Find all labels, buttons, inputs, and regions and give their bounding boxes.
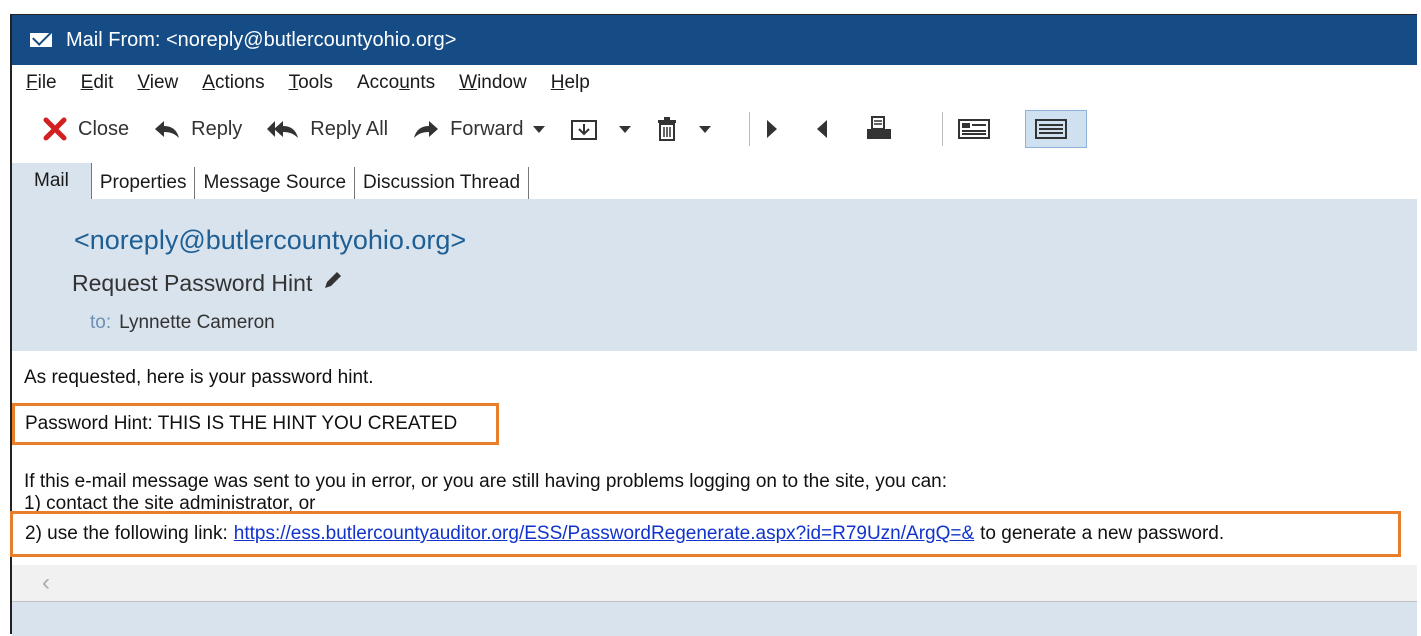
link-suffix-text: to generate a new password. [980, 523, 1225, 544]
next-arrow-icon [764, 117, 780, 141]
forward-dropdown-icon[interactable] [533, 125, 546, 133]
previous-arrow-icon [814, 117, 830, 141]
close-button[interactable]: Close [42, 116, 129, 142]
title-bar: Mail From: <noreply@butlercountyohio.org… [12, 15, 1417, 65]
next-message-button[interactable] [764, 117, 790, 141]
tab-mail[interactable]: Mail [12, 163, 92, 199]
delete-button[interactable] [655, 116, 712, 142]
forward-icon [412, 118, 440, 140]
menu-bar: File Edit View Actions Tools Accounts Wi… [12, 65, 1417, 101]
reply-all-icon [266, 118, 300, 140]
move-button[interactable] [569, 116, 632, 142]
view-message-button[interactable] [1025, 110, 1088, 148]
menu-window[interactable]: Window [459, 72, 527, 94]
scroll-left-icon[interactable]: ‹ [42, 569, 50, 597]
reply-all-button[interactable]: Reply All [266, 118, 388, 141]
horizontal-scrollbar[interactable]: ‹ [12, 565, 1417, 601]
envelope-icon [30, 33, 52, 47]
password-hint-text: Password Hint: THIS IS THE HINT YOU CREA… [25, 413, 458, 434]
print-icon [864, 115, 894, 143]
body-line: As requested, here is your password hint… [24, 367, 374, 388]
menu-tools[interactable]: Tools [289, 72, 333, 94]
forward-button[interactable]: Forward [412, 117, 546, 141]
sender-address[interactable]: <noreply@butlercountyohio.org> [74, 225, 466, 256]
body-line: 1) contact the site administrator, or [24, 493, 316, 511]
reply-icon [153, 118, 181, 140]
menu-file[interactable]: File [26, 72, 57, 94]
reply-button[interactable]: Reply [153, 118, 242, 141]
message-view-icon [1034, 117, 1068, 141]
reply-label: Reply [191, 117, 243, 140]
headers-view-icon [957, 117, 991, 141]
previous-message-button[interactable] [814, 117, 840, 141]
print-button[interactable] [864, 115, 904, 143]
recipient-name[interactable]: Lynnette Cameron [119, 312, 275, 333]
recipient-line: to: Lynnette Cameron [90, 312, 275, 334]
close-label: Close [78, 117, 130, 140]
menu-edit[interactable]: Edit [81, 72, 114, 94]
reply-all-label: Reply All [310, 117, 389, 140]
link-prefix-text: 2) use the following link: [25, 523, 228, 544]
menu-view[interactable]: View [137, 72, 178, 94]
close-icon [42, 116, 68, 142]
delete-dropdown-icon[interactable] [699, 125, 712, 133]
menu-actions[interactable]: Actions [202, 72, 264, 94]
window-title: Mail From: <noreply@butlercountyohio.org… [66, 28, 457, 51]
regenerate-link-highlight: 2) use the following link: https://ess.b… [10, 511, 1401, 557]
body-line: If this e-mail message was sent to you i… [24, 471, 948, 492]
subject-line: Request Password Hint [72, 269, 344, 297]
move-to-folder-icon [569, 116, 599, 142]
tab-properties[interactable]: Properties [92, 167, 196, 199]
mail-window: Mail From: <noreply@butlercountyohio.org… [10, 14, 1417, 636]
tab-bar: Mail Properties Message Source Discussio… [12, 163, 1417, 199]
toolbar-separator [749, 112, 751, 146]
pencil-icon[interactable] [322, 269, 344, 297]
subject-text: Request Password Hint [72, 269, 313, 296]
trash-icon [655, 116, 679, 142]
forward-label: Forward [450, 117, 524, 140]
to-label: to: [90, 312, 112, 333]
footer-panel [12, 601, 1417, 636]
menu-help[interactable]: Help [551, 72, 590, 94]
message-header: <noreply@butlercountyohio.org> Request P… [12, 199, 1417, 351]
view-headers-button[interactable] [957, 117, 1001, 141]
toolbar: Close Reply Reply All Forward [12, 103, 1417, 155]
password-regenerate-link[interactable]: https://ess.butlercountyauditor.org/ESS/… [234, 523, 974, 545]
toolbar-separator [942, 112, 944, 146]
tab-discussion-thread[interactable]: Discussion Thread [355, 167, 530, 199]
move-dropdown-icon[interactable] [619, 125, 632, 133]
message-body: As requested, here is your password hint… [10, 351, 1417, 636]
password-hint-highlight: Password Hint: THIS IS THE HINT YOU CREA… [12, 403, 499, 445]
menu-accounts[interactable]: Accounts [357, 72, 435, 94]
tab-message-source[interactable]: Message Source [195, 167, 356, 199]
